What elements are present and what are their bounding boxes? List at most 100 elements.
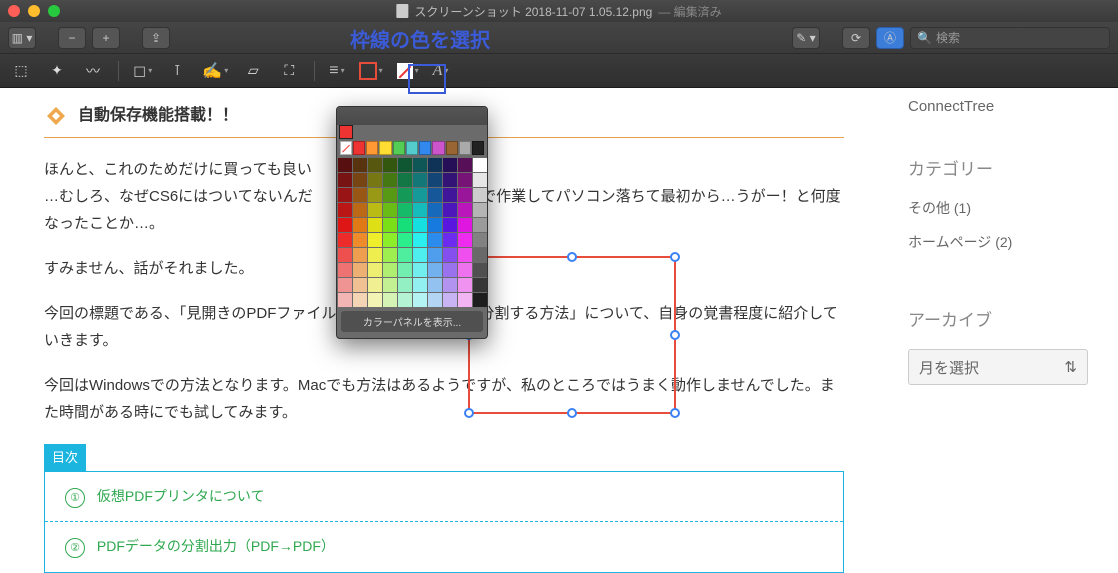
- color-swatch[interactable]: [472, 141, 484, 155]
- selection-tool-icon[interactable]: ⬚: [10, 60, 32, 82]
- color-swatch[interactable]: [383, 158, 397, 172]
- color-swatch[interactable]: [398, 278, 412, 292]
- color-swatch[interactable]: [383, 173, 397, 187]
- color-swatch[interactable]: [353, 218, 367, 232]
- color-swatch[interactable]: [338, 203, 352, 217]
- minimize-icon[interactable]: [28, 5, 40, 17]
- color-swatch[interactable]: [413, 218, 427, 232]
- color-swatch[interactable]: [458, 218, 472, 232]
- rotate-button[interactable]: ⟳: [842, 27, 870, 49]
- color-swatch[interactable]: [398, 188, 412, 202]
- color-swatch[interactable]: [398, 218, 412, 232]
- color-swatch[interactable]: [379, 141, 391, 155]
- color-swatch[interactable]: [368, 278, 382, 292]
- color-swatch[interactable]: [458, 203, 472, 217]
- color-swatch[interactable]: [458, 248, 472, 262]
- color-swatch[interactable]: [366, 141, 378, 155]
- color-swatch[interactable]: [443, 188, 457, 202]
- color-swatch[interactable]: [338, 173, 352, 187]
- color-picker-panel[interactable]: カラーパネルを表示...: [336, 106, 488, 339]
- no-color-swatch[interactable]: [340, 141, 352, 155]
- color-swatch[interactable]: [338, 293, 352, 307]
- color-swatch[interactable]: [383, 233, 397, 247]
- color-swatch[interactable]: [383, 203, 397, 217]
- color-swatch[interactable]: [443, 203, 457, 217]
- toc-item[interactable]: ① 仮想PDFプリンタについて: [45, 472, 843, 522]
- color-swatch[interactable]: [419, 141, 431, 155]
- color-swatch[interactable]: [458, 158, 472, 172]
- line-style-tool[interactable]: ≡▾: [329, 62, 344, 80]
- color-swatch[interactable]: [413, 233, 427, 247]
- color-swatch[interactable]: [458, 278, 472, 292]
- sidebar-toggle-button[interactable]: ▥ ▾: [8, 27, 36, 49]
- color-swatch[interactable]: [368, 248, 382, 262]
- color-swatch[interactable]: [353, 263, 367, 277]
- color-swatch[interactable]: [446, 141, 458, 155]
- color-swatch[interactable]: [413, 203, 427, 217]
- sidebar-item[interactable]: その他 (1): [908, 198, 1098, 218]
- color-swatch[interactable]: [443, 173, 457, 187]
- color-swatch[interactable]: [406, 141, 418, 155]
- color-swatch[interactable]: [353, 141, 365, 155]
- color-swatch[interactable]: [473, 263, 487, 277]
- color-swatch[interactable]: [443, 248, 457, 262]
- color-swatch[interactable]: [398, 203, 412, 217]
- color-swatch[interactable]: [428, 158, 442, 172]
- text-tool-icon[interactable]: ⊺: [166, 60, 188, 82]
- color-swatch[interactable]: [398, 293, 412, 307]
- color-swatch[interactable]: [413, 173, 427, 187]
- archive-select[interactable]: 月を選択 ⇅: [908, 349, 1088, 385]
- color-swatch[interactable]: [368, 263, 382, 277]
- color-swatch[interactable]: [398, 248, 412, 262]
- color-swatch[interactable]: [368, 233, 382, 247]
- color-swatch[interactable]: [398, 263, 412, 277]
- color-swatch[interactable]: [368, 188, 382, 202]
- color-swatch[interactable]: [443, 278, 457, 292]
- color-swatch[interactable]: [473, 218, 487, 232]
- color-swatch[interactable]: [353, 293, 367, 307]
- color-swatch[interactable]: [413, 278, 427, 292]
- color-swatch[interactable]: [368, 293, 382, 307]
- color-swatch[interactable]: [383, 278, 397, 292]
- color-swatch[interactable]: [353, 158, 367, 172]
- color-swatch[interactable]: [443, 218, 457, 232]
- color-swatch[interactable]: [338, 233, 352, 247]
- text-style-tool[interactable]: A▾: [433, 62, 449, 80]
- draw-tool-icon[interactable]: 〰: [82, 60, 104, 82]
- color-swatch[interactable]: [413, 263, 427, 277]
- color-swatch[interactable]: [413, 188, 427, 202]
- shapes-tool[interactable]: ◻▾: [133, 61, 152, 81]
- zoom-out-button[interactable]: −: [58, 27, 86, 49]
- sidebar-top-link[interactable]: ConnectTree: [908, 98, 1098, 115]
- color-swatch[interactable]: [428, 233, 442, 247]
- color-swatch[interactable]: [353, 188, 367, 202]
- markup-button[interactable]: ✎ ▾: [792, 27, 820, 49]
- color-swatch[interactable]: [428, 248, 442, 262]
- color-swatch[interactable]: [353, 278, 367, 292]
- color-swatch[interactable]: [458, 293, 472, 307]
- color-swatch[interactable]: [428, 293, 442, 307]
- color-swatch[interactable]: [368, 173, 382, 187]
- color-swatch[interactable]: [368, 218, 382, 232]
- color-swatch[interactable]: [443, 233, 457, 247]
- share-button[interactable]: ⇪: [142, 27, 170, 49]
- note-tool-icon[interactable]: ▱: [242, 60, 264, 82]
- color-swatch[interactable]: [393, 141, 405, 155]
- color-swatch[interactable]: [458, 263, 472, 277]
- color-swatch[interactable]: [338, 188, 352, 202]
- color-swatch[interactable]: [353, 173, 367, 187]
- maximize-icon[interactable]: [48, 5, 60, 17]
- color-swatch[interactable]: [368, 158, 382, 172]
- color-swatch[interactable]: [383, 218, 397, 232]
- color-swatch[interactable]: [443, 293, 457, 307]
- color-swatch[interactable]: [383, 188, 397, 202]
- color-swatch[interactable]: [338, 218, 352, 232]
- color-swatch[interactable]: [473, 203, 487, 217]
- color-swatch[interactable]: [432, 141, 444, 155]
- color-swatch[interactable]: [473, 188, 487, 202]
- color-swatch[interactable]: [458, 173, 472, 187]
- color-swatch[interactable]: [398, 173, 412, 187]
- color-swatch[interactable]: [443, 263, 457, 277]
- color-swatch[interactable]: [338, 278, 352, 292]
- color-swatch[interactable]: [398, 233, 412, 247]
